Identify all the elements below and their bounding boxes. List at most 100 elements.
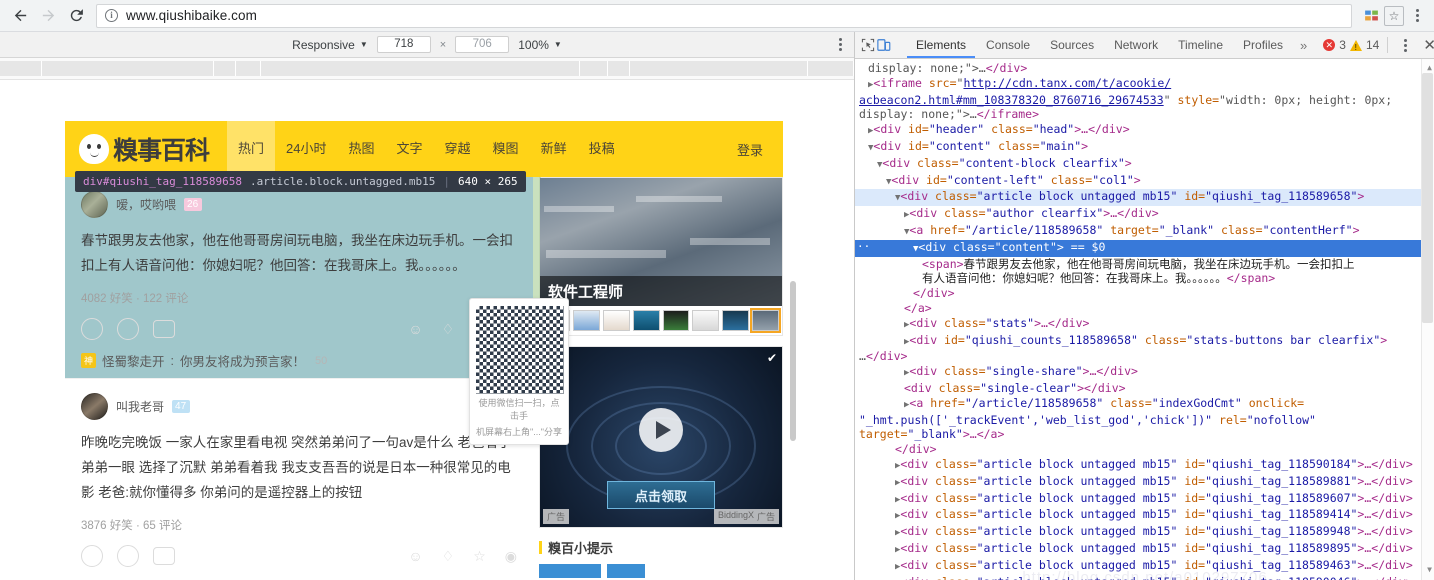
- not-funny-button[interactable]: [117, 545, 139, 567]
- comment-button[interactable]: [153, 320, 175, 338]
- dom-code-line[interactable]: ▶<div id="qiushi_counts_118589658" class…: [855, 333, 1434, 350]
- devtools-menu-button[interactable]: [1398, 38, 1413, 52]
- device-selector[interactable]: Responsive ▼: [292, 38, 368, 52]
- dom-code-line[interactable]: ▶<div class="article block untagged mb15…: [855, 491, 1434, 508]
- dom-code-line[interactable]: ▼<a href="/article/118589658" target="_b…: [855, 223, 1434, 240]
- dom-code-line[interactable]: 有人语音问他：你媳妇呢？他回答：在我哥床上。我。。。。。。</span>: [855, 271, 1434, 286]
- comment-button[interactable]: [153, 547, 175, 565]
- funny-button[interactable]: [81, 318, 103, 340]
- funny-button[interactable]: [81, 545, 103, 567]
- info-icon[interactable]: i: [105, 9, 118, 22]
- extension-icon[interactable]: [1360, 5, 1382, 27]
- login-link[interactable]: 登录: [737, 140, 763, 159]
- thumbnail[interactable]: [572, 310, 600, 331]
- thumbnail[interactable]: [602, 310, 630, 331]
- zoom-selector[interactable]: 100% ▼: [518, 38, 562, 52]
- dom-code-line[interactable]: </div>: [855, 286, 1434, 301]
- nav-item-text[interactable]: 文字: [386, 121, 434, 177]
- avatar[interactable]: [81, 393, 108, 420]
- code-token-link[interactable]: http://cdn.tanx.com/t/acookie/: [963, 76, 1171, 90]
- dom-code-line[interactable]: …</div>: [855, 349, 1434, 364]
- dom-code-line[interactable]: ·· ▼<div class="content"> == $0: [855, 239, 1434, 257]
- tab-network[interactable]: Network: [1105, 32, 1167, 58]
- dom-code-line[interactable]: <div class="single-clear"></div>: [855, 381, 1434, 396]
- qzone-share-icon[interactable]: ♢: [442, 321, 455, 338]
- article-118590184[interactable]: 叫我老哥 47 昨晚吃完晚饭 一家人在家里看电视 突然弟弟问了一句av是什么 老…: [65, 379, 533, 580]
- dom-code-line[interactable]: ▼<div id="content-left" class="col1">: [855, 173, 1434, 190]
- dom-code-line[interactable]: ▼<div class="article block untagged mb15…: [855, 189, 1434, 207]
- thumbnail[interactable]: [632, 310, 660, 331]
- dom-code-line[interactable]: ▶<div class="single-share">…</div>: [855, 364, 1434, 381]
- thumbnail[interactable]: [662, 310, 690, 331]
- tip-button-2[interactable]: [607, 564, 645, 578]
- avatar[interactable]: [81, 191, 108, 218]
- dom-code-line[interactable]: display: none;">…</div>: [855, 61, 1434, 76]
- nav-item-hot[interactable]: 热门: [227, 121, 276, 177]
- video-ad-card[interactable]: ✔ 点击领取 广告 BiddingX 广告: [539, 346, 783, 528]
- site-logo[interactable]: 糗事百科: [79, 131, 210, 167]
- dom-code-line[interactable]: ▶<div class="article block untagged mb15…: [855, 558, 1434, 575]
- dom-code-line[interactable]: ▶<div class="article block untagged mb15…: [855, 541, 1434, 558]
- page-scrollbar[interactable]: [790, 281, 796, 441]
- video-cta-button[interactable]: 点击领取: [607, 481, 715, 509]
- tab-elements[interactable]: Elements: [907, 32, 975, 58]
- god-comment[interactable]: 神 怪蜀黎走开 : 你男友将成为预言家！ 50: [81, 351, 517, 370]
- page-viewport[interactable]: 糗事百科 热门 24小时 热图 文字 穿越 糗图 新鲜 投稿 登录 div#qi…: [0, 80, 800, 580]
- dom-code-line[interactable]: display: none;">…</iframe>: [855, 107, 1434, 122]
- thumbnail[interactable]: [692, 310, 720, 331]
- issue-counters[interactable]: ✕ 3 14: [1323, 38, 1379, 52]
- devtools-scrollbar[interactable]: ▲ ▼: [1421, 59, 1434, 580]
- device-toolbar-menu[interactable]: [839, 38, 842, 51]
- dom-code-line[interactable]: ▼<div id="content" class="main">: [855, 139, 1434, 156]
- nav-item-new[interactable]: 新鲜: [530, 121, 578, 177]
- back-button[interactable]: [6, 2, 34, 30]
- address-bar[interactable]: i www.qiushibaike.com: [96, 3, 1352, 28]
- dom-code-line[interactable]: "_hmt.push(['_trackEvent','web_list_god'…: [855, 413, 1434, 428]
- dom-code-line[interactable]: ▶<div class="article block untagged mb15…: [855, 507, 1434, 524]
- ad-card-image[interactable]: 软件工程师: [539, 177, 783, 336]
- nav-item-qiutu[interactable]: 糗图: [482, 121, 530, 177]
- bookmark-button[interactable]: ☆: [1384, 5, 1404, 26]
- dom-code-line[interactable]: target="_blank">…</a>: [855, 427, 1434, 442]
- close-devtools-button[interactable]: ✕: [1417, 36, 1434, 54]
- dom-code-line[interactable]: <span>春节跟男友去他家，他在他哥哥房间玩电脑，我坐在床边玩手机。一会扣扣上: [855, 257, 1434, 272]
- dom-code-line[interactable]: ▼<div class="content-block clearfix">: [855, 156, 1434, 173]
- nav-item-chuanyue[interactable]: 穿越: [434, 121, 482, 177]
- dom-code-line[interactable]: acbeacon2.html#mm_108378320_8760716_2967…: [855, 93, 1434, 108]
- qq-share-icon[interactable]: ☺: [408, 548, 422, 565]
- tab-timeline[interactable]: Timeline: [1169, 32, 1232, 58]
- dom-code-line[interactable]: ▶<div id="header" class="head">…</div>: [855, 122, 1434, 139]
- forward-button[interactable]: [34, 2, 62, 30]
- more-tabs-button[interactable]: »: [1294, 38, 1313, 53]
- viewport-height-input[interactable]: 706: [455, 36, 510, 53]
- scrollbar-thumb[interactable]: [1422, 73, 1433, 323]
- tip-button-1[interactable]: [539, 564, 601, 578]
- dom-code-line[interactable]: </div>: [855, 442, 1434, 457]
- dom-code-line[interactable]: ▶<div class="article block untagged mb15…: [855, 457, 1434, 474]
- tab-console[interactable]: Console: [977, 32, 1039, 58]
- article-118589658[interactable]: 嗳，哎哟喂 26 春节跟男友去他家，他在他哥哥房间玩电脑，我坐在床边玩手机。一会…: [49, 169, 569, 445]
- thumbnail[interactable]: [722, 310, 750, 331]
- weibo-share-icon[interactable]: ◉: [505, 548, 517, 565]
- play-button[interactable]: [639, 407, 683, 452]
- code-token-link[interactable]: acbeacon2.html#mm_108378320_8760716_2967…: [859, 93, 1164, 107]
- inspect-element-button[interactable]: [861, 34, 875, 56]
- reload-button[interactable]: [62, 2, 90, 30]
- qq-share-icon[interactable]: ☺: [408, 321, 422, 338]
- browser-menu-button[interactable]: [1406, 5, 1428, 27]
- dom-code-line[interactable]: ▶<iframe src="http://cdn.tanx.com/t/acoo…: [855, 76, 1434, 93]
- nav-item-submit[interactable]: 投稿: [578, 121, 626, 177]
- tab-profiles[interactable]: Profiles: [1234, 32, 1292, 58]
- dom-code-line[interactable]: ▶<div class="article block untagged mb15…: [855, 524, 1434, 541]
- dom-code-line[interactable]: ▶<div class="author clearfix">…</div>: [855, 206, 1434, 223]
- thumbnail-active[interactable]: [750, 308, 781, 333]
- favorite-star-icon[interactable]: ☆: [473, 548, 486, 565]
- dom-code-line[interactable]: ▶<div class="stats">…</div>: [855, 316, 1434, 333]
- dom-code-line[interactable]: ▶<div class="article block untagged mb15…: [855, 575, 1434, 580]
- elements-tree[interactable]: display: none;">…</div> ▶<iframe src="htt…: [855, 59, 1434, 580]
- dom-code-line[interactable]: ▶<a href="/article/118589658" class="ind…: [855, 396, 1434, 413]
- qzone-share-icon[interactable]: ♢: [442, 548, 455, 565]
- tab-sources[interactable]: Sources: [1041, 32, 1103, 58]
- nav-item-hotimg[interactable]: 热图: [338, 121, 386, 177]
- not-funny-button[interactable]: [117, 318, 139, 340]
